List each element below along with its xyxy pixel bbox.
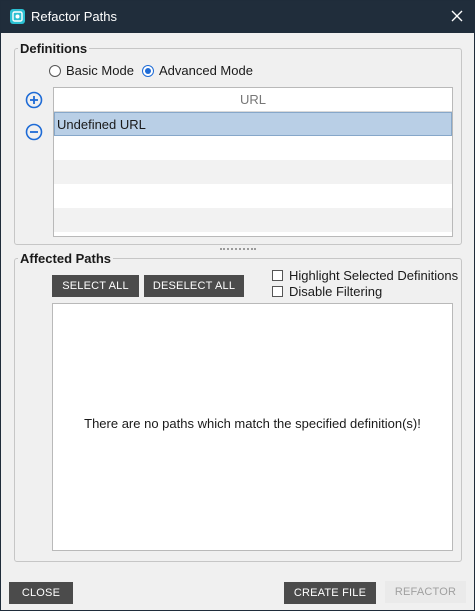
select-all-button[interactable]: SELECT ALL <box>52 275 139 297</box>
highlight-selected-definitions-checkbox[interactable]: Highlight Selected Definitions <box>272 268 458 283</box>
title-bar: Refactor Paths <box>1 1 475 33</box>
app-icon <box>10 9 25 24</box>
basic-mode-label: Basic Mode <box>66 63 134 78</box>
close-button[interactable]: CLOSE <box>9 582 73 604</box>
advanced-mode-radio-dot <box>142 64 154 77</box>
add-circle-icon[interactable] <box>25 91 43 109</box>
window-title: Refactor Paths <box>31 9 117 24</box>
affected-paths-list[interactable]: There are no paths which match the speci… <box>52 303 453 551</box>
close-icon[interactable] <box>448 7 466 25</box>
refactor-paths-dialog: Refactor Paths Definitions Basic Mode Ad… <box>0 0 475 611</box>
create-file-button[interactable]: CREATE FILE <box>284 582 376 604</box>
url-column-header[interactable]: URL <box>54 88 452 112</box>
url-table[interactable]: URL Undefined URL <box>53 87 453 237</box>
advanced-mode-label: Advanced Mode <box>159 63 253 78</box>
deselect-all-button[interactable]: DESELECT ALL <box>144 275 244 297</box>
disable-filtering-checkbox[interactable]: Disable Filtering <box>272 284 382 299</box>
url-row[interactable] <box>54 160 452 184</box>
splitter-handle[interactable] <box>220 248 256 252</box>
url-row[interactable] <box>54 208 452 232</box>
affected-paths-label: Affected Paths <box>18 251 114 266</box>
url-row[interactable] <box>54 184 452 208</box>
refactor-button[interactable]: REFACTOR <box>385 581 466 603</box>
checkbox-box <box>272 270 283 281</box>
checkbox-box <box>272 286 283 297</box>
highlight-selected-definitions-label: Highlight Selected Definitions <box>289 268 459 283</box>
basic-mode-radio[interactable]: Basic Mode <box>49 63 134 78</box>
advanced-mode-radio[interactable]: Advanced Mode <box>142 63 253 78</box>
empty-state-message: There are no paths which match the speci… <box>84 416 421 431</box>
definitions-label: Definitions <box>18 41 90 56</box>
remove-circle-icon[interactable] <box>25 123 43 141</box>
basic-mode-radio-dot <box>49 64 61 77</box>
disable-filtering-label: Disable Filtering <box>289 284 383 299</box>
url-row[interactable] <box>54 136 452 160</box>
url-row[interactable]: Undefined URL <box>54 112 452 136</box>
